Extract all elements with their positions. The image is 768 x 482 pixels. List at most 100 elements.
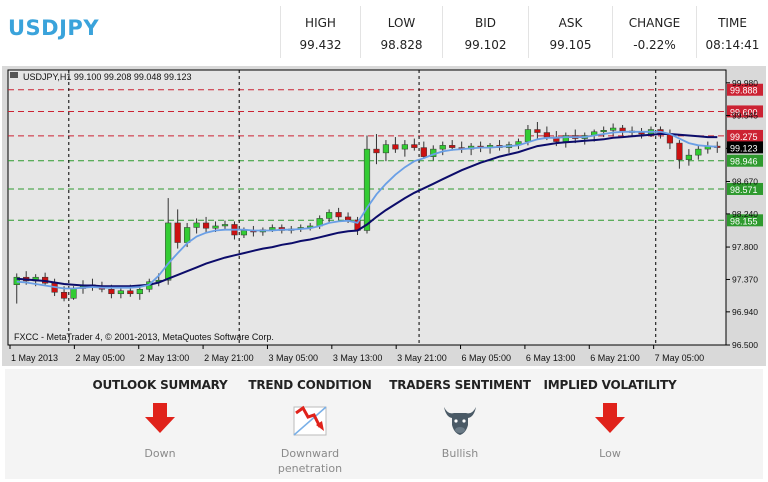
candle-body [335,212,342,218]
quote-change: CHANGE -0.22% [612,6,696,58]
candle-body [524,129,532,142]
candle-body [70,288,77,299]
quote-label: BID [474,16,496,30]
x-tick-label: 6 May 05:00 [462,353,512,363]
price-chart: 99.888 99.600 99.275 98.946 98.571 98.155 99.… [2,66,766,366]
candle-body [60,292,68,299]
summary-trend: TREND CONDITION Downward penetration [235,369,385,479]
level-label: 98.946 [730,157,758,167]
candle-body [392,144,399,150]
quote-value: 99.105 [549,38,592,52]
x-tick-label: 7 May 05:00 [655,353,705,363]
candle-body [534,129,541,133]
candle-body [193,222,200,228]
candle-body [165,222,172,281]
y-tick-label: 97.800 [732,242,758,252]
y-tick-label: 96.940 [732,307,758,317]
candle-body [127,290,134,295]
quote-value: 99.432 [299,38,342,52]
candle-body [363,148,371,231]
candle-body [685,154,692,160]
candle-body [439,145,446,150]
downtrend-icon [293,405,327,436]
candle-body [269,227,276,230]
quote-label: ASK [558,16,583,30]
candle-body [221,224,229,227]
quote-value: -0.22% [633,38,676,52]
candle-body [401,144,408,150]
x-tick-label: 6 May 13:00 [526,353,576,363]
candle-body [174,222,181,243]
candle-body [108,288,115,295]
x-tick-label: 2 May 13:00 [140,353,190,363]
down-arrow-icon [595,403,625,433]
candle-body [117,290,124,295]
summary-volatility: IMPLIED VOLATILITY Low [535,369,685,479]
summary-value: Downward penetration [277,447,343,475]
quote-label: CHANGE [628,16,681,30]
quote-high: HIGH 99.432 [280,6,360,58]
quote-ask: ASK 99.105 [528,6,612,58]
candle-body [449,145,456,148]
candle-body [411,144,418,148]
candle-body [382,144,390,154]
summary-title: TREND CONDITION [248,378,372,392]
candle-body [373,148,380,154]
quote-label: TIME [718,16,747,30]
chart-info-line: USDJPY,H1 99.100 99.208 99.048 99.123 [23,72,191,82]
summary-value: Bullish [441,447,479,460]
current-price-label: 99.123 [730,143,758,153]
candle-body [344,216,352,221]
summary-value: Low [599,447,621,460]
quote-low: LOW 98.828 [360,6,442,58]
summary-sentiment: TRADERS SENTIMENT Bullish [385,369,535,479]
x-tick-label: 1 May 2013 [11,353,58,363]
y-tick-label: 98.670 [732,177,758,187]
quote-value: 99.102 [464,38,507,52]
y-tick-label: 97.370 [732,274,758,284]
y-tick-label: 96.500 [732,340,758,350]
chart-menu-icon [10,72,18,78]
summary-title: OUTLOOK SUMMARY [92,378,228,392]
quote-value: 08:14:41 [705,38,760,52]
symbol-title: USDJPY [8,16,100,40]
summary-outlook: OUTLOOK SUMMARY Down [85,369,235,479]
quote-time: TIME 08:14:41 [696,6,768,58]
chart-watermark: FXCC - MetaTrader 4, © 2001-2013, MetaQu… [14,332,274,342]
x-tick-label: 2 May 05:00 [75,353,125,363]
candle-body [202,222,210,229]
market-summary: OUTLOOK SUMMARY Down TREND CONDITION Dow… [5,369,763,479]
quote-label: LOW [387,16,416,30]
summary-title: IMPLIED VOLATILITY [543,378,677,392]
bull-icon [444,407,476,435]
quote-label: HIGH [305,16,336,30]
quote-header: USDJPY HIGH 99.432 LOW 98.828 BID 99.102… [0,0,768,64]
summary-title: TRADERS SENTIMENT [389,378,531,392]
candle-body [638,132,645,135]
candle-body [212,225,219,229]
candle-body [600,130,607,133]
level-label: 99.275 [730,132,758,142]
x-tick-label: 3 May 21:00 [397,353,447,363]
down-arrow-icon [145,403,175,433]
candle-body [420,147,427,157]
y-tick-label: 99.545 [732,111,758,121]
quote-value: 98.828 [380,38,423,52]
candle-body [136,288,143,295]
quote-bid: BID 99.102 [442,6,528,58]
y-tick-label: 98.240 [732,209,758,219]
x-tick-label: 2 May 21:00 [204,353,254,363]
candle-body [240,230,248,236]
x-tick-label: 3 May 13:00 [333,353,383,363]
candle-body [610,127,617,131]
candle-body [184,227,191,243]
candle-body [619,127,626,132]
candle-body [326,212,333,219]
candle-body [676,142,683,160]
candle-body [695,148,702,156]
chart-canvas: 99.88899.60099.27598.94698.57198.155 99.… [7,69,763,363]
y-tick-label: 99.980 [732,78,758,88]
candle-body [543,132,550,138]
summary-value: Down [144,447,176,460]
x-tick-label: 6 May 21:00 [590,353,640,363]
